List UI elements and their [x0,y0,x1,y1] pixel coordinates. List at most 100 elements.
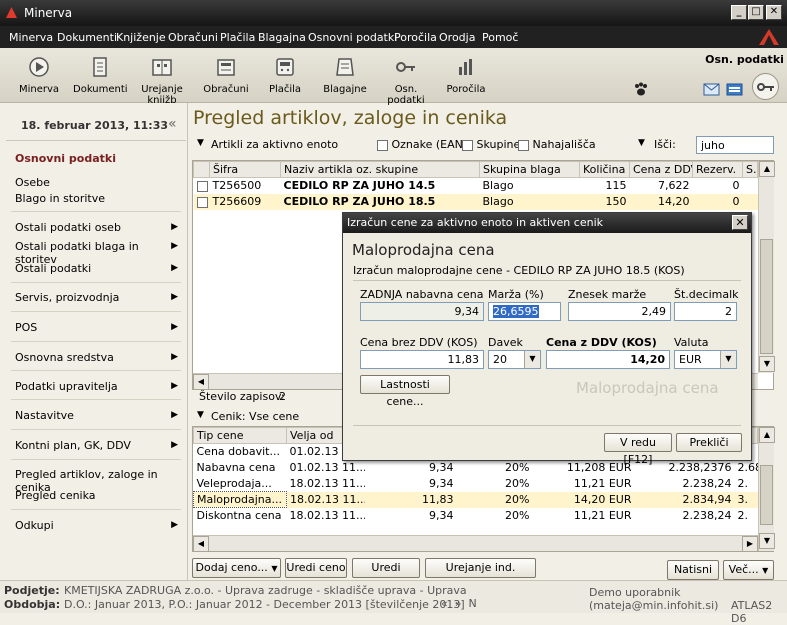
toolbar-placila[interactable]: Plačila [264,54,306,98]
column-header[interactable]: Skupina blaga [479,161,580,178]
key-icon [757,83,774,91]
scroll-up-button[interactable]: ▲ [759,161,775,177]
groups-filter[interactable]: Skupine [462,138,520,151]
add-price-button[interactable]: Dodaj ceno... ▼ [192,558,281,578]
maximize-button[interactable]: □ [748,5,764,20]
period-navigation[interactable]: « » N [441,597,477,610]
menu-osnovni-podatki[interactable]: Osnovni podatki [308,31,397,44]
table-row[interactable]: T256609 CEDILO RP ZA JUHO 18.5 Blago 150… [193,193,758,210]
column-header[interactable]: Cena z DDV [629,161,693,178]
table-row[interactable]: Maloprodajna... 18.02.13 11... 11,83 20%… [193,491,758,508]
tab-osn-podatki[interactable]: Osn. podatki [704,51,785,69]
toolbar-dokumenti[interactable]: Dokumenti [73,54,128,98]
sidebar-item-osnovna-sredstva[interactable]: Osnovna sredstva ▶ [15,351,180,364]
column-header[interactable]: S. [742,161,758,178]
ean-filter[interactable]: Oznake (EAN) [377,138,467,151]
column-header[interactable] [193,161,210,178]
menu-porocila[interactable]: Poročila [394,31,437,44]
scope-dropdown-icon[interactable]: ▼ [197,138,204,148]
minimize-button[interactable]: _ [731,5,747,20]
vertical-scrollbar[interactable]: ▲ ▼ [758,427,775,551]
edit-article-button[interactable]: Uredi artikel [352,558,420,592]
pricelist-dropdown-icon[interactable]: ▼ [197,410,204,420]
scroll-left-button[interactable]: ◀ [193,374,209,390]
sidebar-item-pregled-cenika[interactable]: Pregled cenika [15,489,180,502]
filter-dropdown-icon[interactable]: ▼ [638,138,645,148]
sidebar-item-ostali-podatki-oseb[interactable]: Ostali podatki oseb ▶ [15,221,180,234]
locations-filter[interactable]: Nahajališča [518,138,596,151]
mail-icon[interactable] [703,83,720,96]
gross-price-field[interactable]: 14,20 [546,350,670,369]
toolbar-obracuni[interactable]: Obračuni [202,54,250,98]
decimals-field[interactable]: 2 [674,302,737,321]
menu-pomoc[interactable]: Pomoč [482,31,518,44]
sidebar-item-nastavitve[interactable]: Nastavitve ▶ [15,409,180,422]
scope-label[interactable]: Artikli za aktivno enoto [211,138,338,151]
row-checkbox[interactable] [196,196,208,208]
column-header[interactable]: Rezerv. [692,161,743,178]
sidebar-item-odkupi[interactable]: Odkupi ▶ [15,519,180,532]
menu-blagajna[interactable]: Blagajna [258,31,306,44]
table-row[interactable]: Veleprodaja... 18.02.13 11... 9,34 20% 1… [194,476,758,492]
menu-orodja[interactable]: Orodja [439,31,475,44]
vertical-scrollbar[interactable]: ▲ ▼ [758,161,775,373]
scroll-down-button[interactable]: ▼ [759,356,775,372]
menu-obracuni[interactable]: Obračuni [168,31,218,44]
tax-select[interactable]: 20 ▼ [488,350,541,369]
collapse-sidebar-button[interactable]: « [168,116,177,132]
menu-knjizenje[interactable]: Knjiženje [116,31,166,44]
horizontal-scrollbar[interactable]: ◀ ▶ [193,535,758,552]
print-button[interactable]: Natisni [667,560,719,580]
scroll-up-button[interactable]: ▲ [759,427,775,443]
ok-button[interactable]: V redu [F12] [604,433,672,466]
table-row[interactable]: Diskontna cena 18.02.13 11... 9,34 20% 1… [194,508,758,524]
dialog-close-button[interactable]: ✕ [732,215,748,230]
scroll-right-button[interactable]: ▶ [742,536,758,552]
toolbar-urejanje-knjizb[interactable]: Urejanje knjižb [131,54,193,106]
row-checkbox[interactable] [196,180,208,192]
toolbar-osn-podatki[interactable]: Osn. podatki [375,54,437,106]
scroll-thumb[interactable] [760,239,773,354]
table-row[interactable]: T256500 CEDILO RP ZA JUHO 14.5 Blago 115… [194,178,758,194]
column-header[interactable]: Naziv artikla oz. skupine [280,161,480,178]
sidebar-item-osebe[interactable]: Osebe [15,176,180,189]
scroll-left-button[interactable]: ◀ [193,536,209,552]
toolbar-porocila[interactable]: Poročila [445,54,487,98]
margin-field[interactable]: 26,6595 [488,302,561,321]
margin-amount-field[interactable]: 2,49 [568,302,671,321]
column-header[interactable]: Tip cene [193,427,287,444]
menu-minerva[interactable]: Minerva [9,31,53,44]
sidebar-item-pos[interactable]: POS ▶ [15,321,180,334]
table-row[interactable]: Nabavna cena 01.02.13 11... 9,34 20% 11,… [194,460,758,476]
menu-placila[interactable]: Plačila [220,31,255,44]
edit-price-button[interactable]: Uredi ceno [285,558,347,578]
currency-select[interactable]: EUR ▼ [674,350,737,369]
sidebar-item-servis[interactable]: Servis, proizvodnja ▶ [15,291,180,304]
sidebar-item-blago[interactable]: Blago in storitve [15,192,180,205]
toolbar-blagajne[interactable]: Blagajne [322,54,368,98]
net-price-field[interactable]: 11,83 [360,350,484,369]
price-properties-button[interactable]: Lastnosti cene... [360,375,450,408]
ean-checkbox[interactable] [377,139,388,151]
key-round-button[interactable] [752,73,779,100]
keyboard-icon[interactable] [726,83,743,96]
cancel-button[interactable]: Prekliči [676,433,742,452]
pricelist-label[interactable]: Cenik: Vse cene [211,410,299,423]
locations-checkbox[interactable] [518,139,529,151]
paw-icon[interactable] [633,82,649,97]
sidebar-item-ostali-podatki[interactable]: Ostali podatki ▶ [15,262,180,275]
toolbar-minerva[interactable]: Minerva [16,54,62,98]
groups-label: Skupine [476,138,521,151]
groups-checkbox[interactable] [462,139,473,151]
edit-individual-articles-button[interactable]: Urejanje ind. artiklov [425,558,536,592]
scroll-thumb[interactable] [760,465,773,525]
sidebar-item-kontni-plan[interactable]: Kontni plan, GK, DDV ▶ [15,439,180,452]
close-button[interactable]: ✕ [766,5,782,20]
menu-dokumenti[interactable]: Dokumenti [57,31,117,44]
sidebar-item-podatki-upravitelja[interactable]: Podatki upravitelja ▶ [15,380,180,393]
column-header[interactable]: Šifra [209,161,281,178]
column-header[interactable]: Količina [579,161,630,178]
search-input[interactable]: juho [696,136,774,154]
scroll-down-button[interactable]: ▼ [759,533,775,549]
more-button[interactable]: Več... ▼ [723,560,774,580]
